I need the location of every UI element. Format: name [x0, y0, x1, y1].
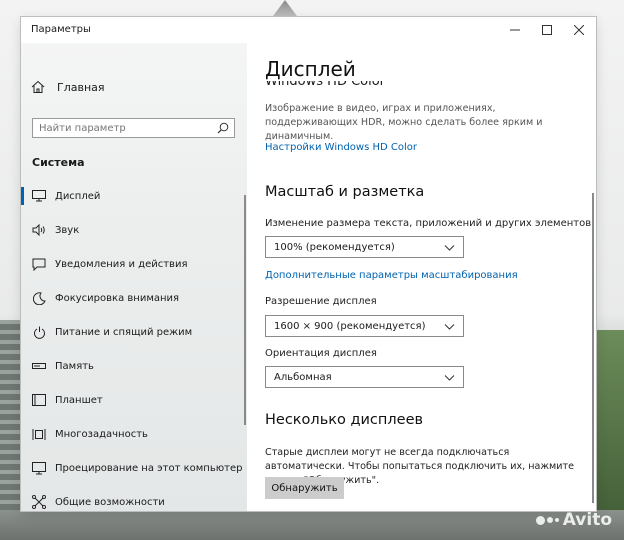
sidebar-item-projecting[interactable]: Проецирование на этот компьютер: [21, 454, 247, 482]
notification-icon: [31, 256, 47, 272]
chevron-down-icon: [444, 324, 455, 330]
hdr-heading-clipped: Windows HD Color: [265, 81, 465, 93]
search-box[interactable]: [32, 118, 235, 138]
sidebar-item-focus-assist[interactable]: Фокусировка внимания: [21, 284, 247, 312]
home-icon: [31, 80, 45, 93]
main-content: Дисплей Windows HD Color Изображение в в…: [247, 43, 596, 511]
hdr-heading: Windows HD Color: [265, 81, 386, 89]
watermark-text: Avito: [562, 510, 612, 530]
maximize-button[interactable]: [531, 17, 563, 43]
tablet-icon: [31, 392, 47, 408]
monitor-icon: [31, 188, 47, 204]
settings-window: Параметры Главная Система: [21, 17, 596, 511]
search-icon[interactable]: [217, 122, 229, 134]
background-wall-bottom: [0, 510, 624, 540]
text-size-select[interactable]: 100% (рекомендуется): [265, 236, 464, 258]
chevron-down-icon: [444, 245, 455, 251]
sidebar-item-label: Общие возможности: [55, 496, 165, 508]
sidebar-scrollbar[interactable]: [244, 195, 246, 425]
multiple-displays-heading: Несколько дисплеев: [265, 412, 424, 428]
minimize-icon: [510, 29, 520, 31]
close-button[interactable]: [563, 17, 595, 43]
section-title: Система: [32, 156, 85, 169]
content-scrollbar[interactable]: [592, 193, 594, 503]
sidebar-item-label: Планшет: [55, 394, 103, 406]
resolution-value: 1600 × 900 (рекомендуется): [274, 320, 426, 332]
text-size-value: 100% (рекомендуется): [274, 241, 395, 253]
sidebar-item-label: Проецирование на этот компьютер: [55, 462, 243, 474]
sidebar-item-label: Дисплей: [55, 190, 101, 202]
sidebar-item-label: Звук: [55, 224, 80, 236]
orientation-value: Альбомная: [274, 371, 332, 383]
projection-icon: [31, 460, 47, 476]
power-icon: [31, 324, 47, 340]
sidebar-item-storage[interactable]: Память: [21, 352, 247, 380]
resolution-label: Разрешение дисплея: [265, 296, 377, 307]
sidebar-item-multitasking[interactable]: Многозадачность: [21, 420, 247, 448]
orientation-label: Ориентация дисплея: [265, 348, 377, 359]
sidebar-item-label: Фокусировка внимания: [55, 292, 180, 304]
window-title: Параметры: [31, 24, 91, 35]
home-label: Главная: [57, 80, 105, 94]
minimize-button[interactable]: [499, 17, 531, 43]
avito-logo-icon: [535, 515, 559, 525]
sidebar-item-label: Уведомления и действия: [55, 258, 188, 270]
sidebar-item-label: Память: [55, 360, 94, 372]
sidebar-item-notifications[interactable]: Уведомления и действия: [21, 250, 247, 278]
scale-heading: Масштаб и разметка: [265, 184, 425, 200]
sidebar-home[interactable]: Главная: [31, 80, 105, 94]
sidebar: Главная Система Дисплей Звук: [21, 43, 247, 511]
orientation-select[interactable]: Альбомная: [265, 366, 464, 388]
hdr-settings-link[interactable]: Настройки Windows HD Color: [265, 142, 417, 153]
storage-icon: [31, 358, 47, 374]
background-trees-right: [596, 330, 624, 540]
title-bar[interactable]: Параметры: [21, 17, 596, 43]
moon-icon: [31, 290, 47, 306]
maximize-icon: [542, 25, 552, 35]
multitasking-icon: [31, 426, 47, 442]
speaker-icon: [31, 222, 47, 238]
detect-button[interactable]: Обнаружить: [265, 477, 344, 499]
search-input[interactable]: [33, 119, 215, 137]
sidebar-item-label: Питание и спящий режим: [55, 326, 193, 338]
resolution-select[interactable]: 1600 × 900 (рекомендуется): [265, 315, 464, 337]
page-title: Дисплей: [265, 57, 356, 81]
sidebar-item-shared-experiences[interactable]: Общие возможности: [21, 488, 247, 511]
sidebar-item-label: Многозадачность: [55, 428, 148, 440]
sidebar-item-sound[interactable]: Звук: [21, 216, 247, 244]
sidebar-item-tablet[interactable]: Планшет: [21, 386, 247, 414]
advanced-scaling-link[interactable]: Дополнительные параметры масштабирования: [265, 270, 518, 281]
shared-experiences-icon: [31, 494, 47, 510]
sidebar-item-power[interactable]: Питание и спящий режим: [21, 318, 247, 346]
sidebar-item-display[interactable]: Дисплей: [21, 182, 247, 210]
avito-watermark: Avito: [535, 510, 612, 530]
close-icon: [574, 25, 584, 35]
text-size-label: Изменение размера текста, приложений и д…: [265, 218, 592, 229]
chevron-down-icon: [444, 375, 455, 381]
hdr-description: Изображение в видео, играх и приложениях…: [265, 103, 543, 142]
